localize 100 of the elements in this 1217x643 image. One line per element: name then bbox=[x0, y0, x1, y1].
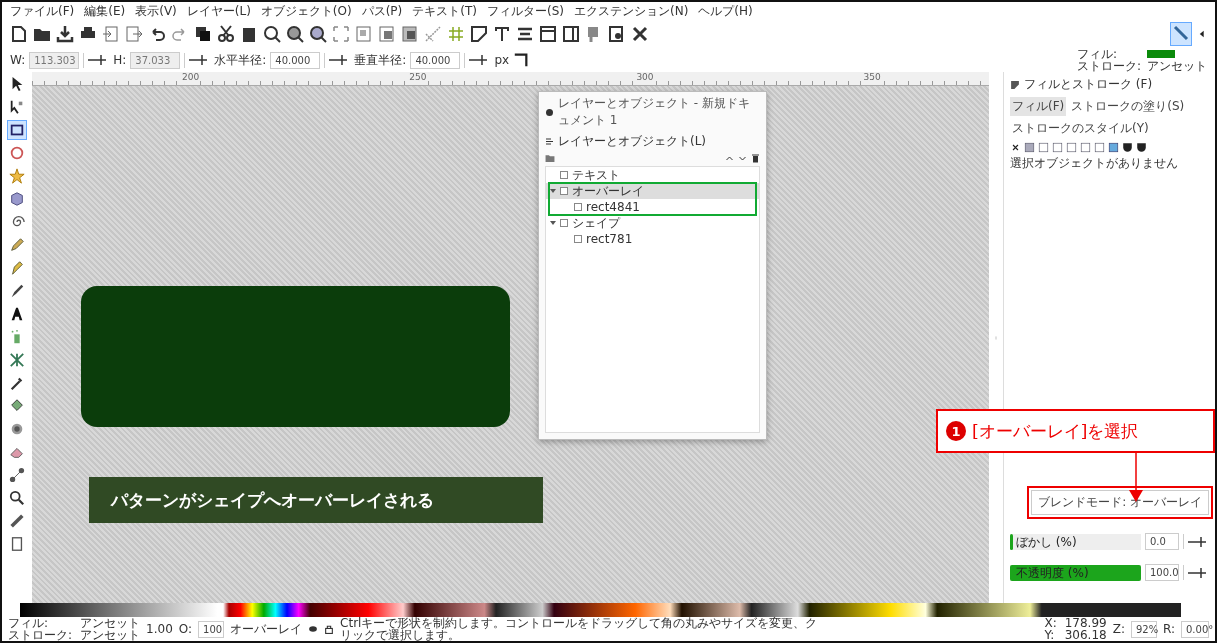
shield-icon[interactable] bbox=[1122, 142, 1133, 153]
color-palette[interactable] bbox=[20, 603, 1181, 617]
mesh-icon[interactable] bbox=[7, 350, 27, 370]
brush-icon[interactable] bbox=[1010, 79, 1020, 90]
duplicate-icon[interactable] bbox=[194, 25, 212, 43]
text-icon[interactable] bbox=[493, 25, 511, 43]
slider[interactable]: ぼかし (%) bbox=[1010, 533, 1141, 550]
checkbox-icon[interactable] bbox=[560, 187, 568, 195]
export-icon[interactable] bbox=[125, 25, 143, 43]
slider[interactable]: 不透明度 (%) bbox=[1010, 564, 1141, 581]
tools-icon[interactable] bbox=[631, 25, 649, 43]
status-message: Ctrlキーで形状を制約します。コントロールをドラッグして角の丸みやサイズを変更、クリックで選択します。 bbox=[340, 617, 819, 641]
pattern-icon[interactable] bbox=[1080, 142, 1091, 153]
trash-icon[interactable] bbox=[751, 153, 760, 163]
swatch-icon[interactable] bbox=[1094, 142, 1105, 153]
layers-icon[interactable] bbox=[401, 25, 419, 43]
zoom-icon[interactable] bbox=[286, 25, 304, 43]
mesh-icon[interactable] bbox=[1066, 142, 1077, 153]
close-icon[interactable] bbox=[1010, 142, 1021, 153]
y-label: Y: bbox=[1044, 629, 1056, 641]
menu-item[interactable]: 表示(V) bbox=[135, 2, 177, 20]
flat-color-icon[interactable] bbox=[1024, 142, 1035, 153]
unset-icon[interactable] bbox=[1108, 142, 1119, 153]
rotation-label: R: bbox=[1163, 623, 1175, 635]
menu-item[interactable]: ヘルプ(H) bbox=[698, 2, 753, 20]
opacity-field[interactable]: 100 bbox=[198, 620, 225, 638]
path-icon[interactable] bbox=[424, 25, 442, 43]
eye-icon[interactable] bbox=[308, 624, 319, 634]
ruler-label: 250 bbox=[409, 72, 427, 85]
expander-icon[interactable] bbox=[550, 220, 556, 226]
zoom-label: Z: bbox=[1112, 623, 1125, 635]
menu-item[interactable]: フィルター(S) bbox=[487, 2, 564, 20]
window-icon[interactable] bbox=[539, 25, 557, 43]
linear-gradient-icon[interactable] bbox=[1038, 142, 1049, 153]
zoom-icon[interactable] bbox=[7, 488, 27, 508]
ungroup-icon[interactable] bbox=[378, 25, 396, 43]
align-icon[interactable] bbox=[516, 25, 534, 43]
zoom-field[interactable]: 92% bbox=[1131, 620, 1157, 638]
layer-selector[interactable]: オーバーレイ bbox=[230, 623, 303, 635]
shield-icon[interactable] bbox=[1136, 142, 1147, 153]
lock-icon[interactable] bbox=[324, 624, 335, 634]
zoom-icon[interactable] bbox=[263, 25, 281, 43]
snap-toggle[interactable] bbox=[1170, 22, 1192, 46]
menu-item[interactable]: エクステンション(N) bbox=[573, 2, 689, 20]
plus-minus-button[interactable] bbox=[1183, 565, 1209, 580]
ruler-label: 300 bbox=[636, 72, 654, 85]
number-field[interactable]: 40.000 bbox=[270, 51, 321, 69]
slider-label: ぼかし (%) bbox=[1015, 534, 1077, 549]
expander-icon[interactable] bbox=[550, 188, 556, 194]
field-label: W: bbox=[10, 54, 26, 66]
caption: パターンがシェイプへオーバーレイされる bbox=[89, 477, 543, 523]
radial-gradient-icon[interactable] bbox=[1052, 142, 1063, 153]
layer-row[interactable]: シェイプ bbox=[546, 215, 759, 231]
fill-swatch[interactable] bbox=[1147, 50, 1175, 58]
field-label: H: bbox=[113, 54, 127, 66]
connector-icon[interactable] bbox=[7, 465, 27, 485]
panel-tab[interactable]: ストロークの塗り(S) bbox=[1069, 97, 1187, 116]
x-value: 178.99 bbox=[1064, 617, 1107, 629]
document-icon[interactable] bbox=[10, 25, 28, 43]
y-value: 306.18 bbox=[1064, 629, 1107, 641]
corner-icon[interactable] bbox=[513, 52, 530, 68]
callout-text: [オーバーレイ]を選択 bbox=[972, 419, 1139, 443]
menu-item[interactable]: 編集(E) bbox=[84, 2, 126, 20]
menu-item[interactable]: ファイル(F) bbox=[10, 2, 75, 20]
document-search-icon[interactable] bbox=[608, 25, 626, 43]
cut-icon[interactable] bbox=[217, 25, 235, 43]
number-field[interactable]: 40.000 bbox=[410, 51, 461, 69]
panel-title: フィルとストローク (F) bbox=[1024, 76, 1153, 93]
ruler-label: 350 bbox=[863, 72, 881, 85]
panel-tab[interactable]: ストロークのスタイル(Y) bbox=[1010, 119, 1151, 138]
number-field[interactable]: 0.0 bbox=[1145, 533, 1179, 550]
checkbox-icon[interactable] bbox=[560, 219, 568, 227]
stroke-label: ストローク: bbox=[8, 629, 73, 641]
fill-value: アンセット bbox=[80, 617, 141, 629]
pen-icon[interactable] bbox=[470, 25, 488, 43]
rectangle-icon[interactable] bbox=[7, 120, 27, 140]
checkbox-icon[interactable] bbox=[560, 171, 568, 179]
layers-icon[interactable] bbox=[545, 136, 554, 146]
menu-item[interactable]: パス(P) bbox=[361, 2, 403, 20]
panel-message: 選択オブジェクトがありません bbox=[1010, 157, 1179, 169]
checkbox-icon[interactable] bbox=[574, 203, 582, 211]
field-label: 水平半径: bbox=[214, 54, 267, 66]
download-icon[interactable] bbox=[56, 25, 74, 43]
layer-row[interactable]: テキスト bbox=[546, 167, 759, 183]
unit-selector[interactable]: px bbox=[494, 54, 510, 66]
menu-item[interactable]: テキスト(T) bbox=[412, 2, 477, 20]
zoom-icon[interactable] bbox=[309, 25, 327, 43]
menu-item[interactable]: オブジェクト(O) bbox=[260, 2, 352, 20]
dialog-tab[interactable]: レイヤーとオブジェクト(L) bbox=[558, 132, 707, 150]
panel-tab[interactable]: フィル(F) bbox=[1010, 97, 1067, 116]
stroke-value: アンセット bbox=[80, 629, 141, 641]
menu-item[interactable]: レイヤー(L) bbox=[186, 2, 251, 20]
panel-icon[interactable] bbox=[562, 25, 580, 43]
import-icon[interactable] bbox=[102, 25, 120, 43]
layer-row[interactable]: rect4841 bbox=[546, 199, 759, 215]
plus-minus-button[interactable] bbox=[1183, 534, 1209, 549]
number-field[interactable]: 100.0 bbox=[1145, 564, 1179, 581]
checkbox-icon[interactable] bbox=[574, 235, 582, 243]
layer-row[interactable]: rect781 bbox=[546, 231, 759, 247]
star-icon[interactable] bbox=[7, 166, 27, 186]
